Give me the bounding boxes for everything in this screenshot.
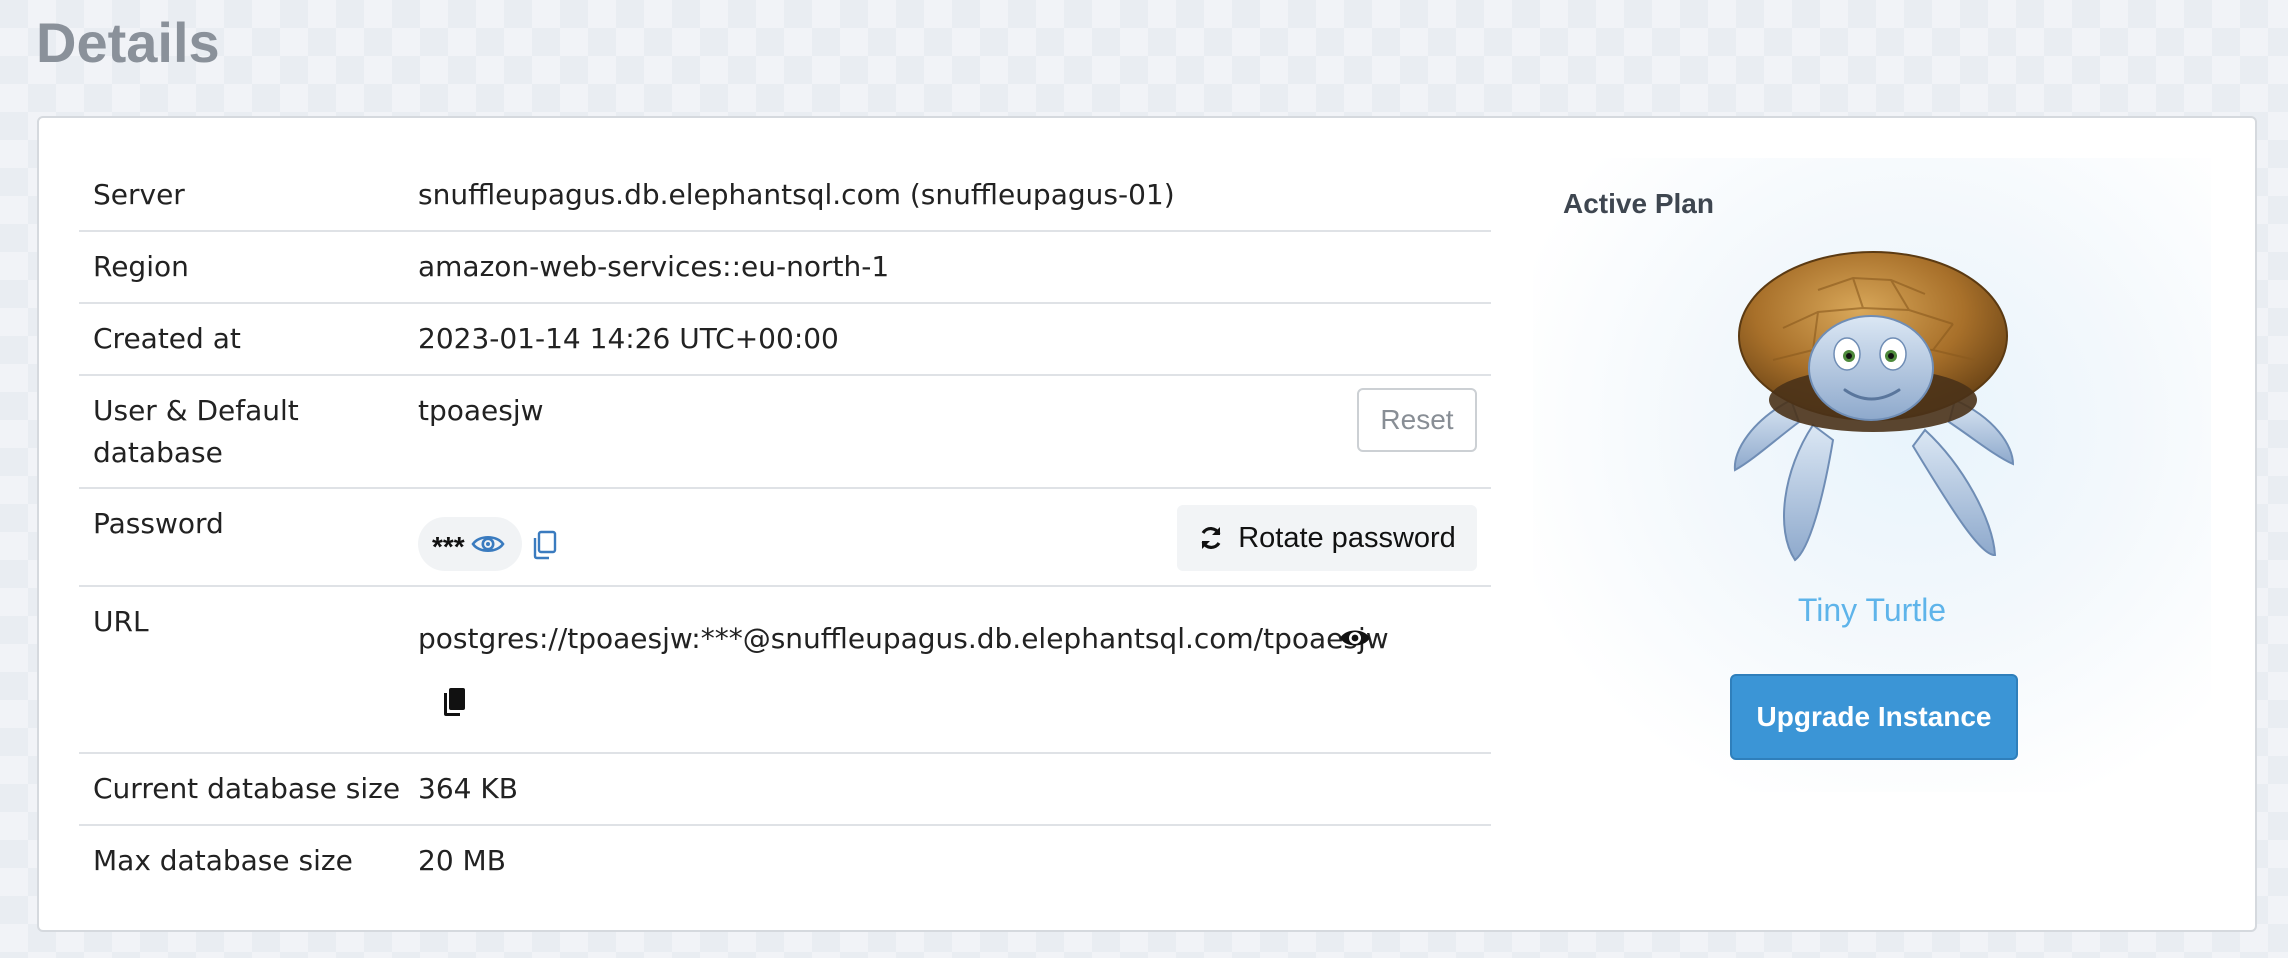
row-server: Server snuffleupagus.db.elephantsql.com … [79, 160, 1491, 232]
url-value: postgres://tpoaesjw:***@snuffleupagus.db… [418, 622, 1389, 655]
created-at-label: Created at [93, 322, 241, 355]
details-table: Server snuffleupagus.db.elephantsql.com … [79, 160, 1491, 898]
user-label: User & Default database [93, 394, 299, 469]
show-url-eye-icon[interactable] [1338, 627, 1372, 649]
region-value: amazon-web-services::eu-north-1 [418, 250, 890, 283]
url-value-cell: postgres://tpoaesjw:***@snuffleupagus.db… [418, 601, 1491, 752]
url-label: URL [93, 605, 149, 638]
current-size-value: 364 KB [418, 772, 518, 805]
plan-name: Tiny Turtle [1797, 592, 1947, 628]
rotate-password-label: Rotate password [1238, 521, 1456, 554]
turtle-mascot-icon [1713, 250, 2033, 574]
copy-password-copy-icon[interactable] [530, 530, 558, 572]
row-max-size: Max database size 20 MB [79, 826, 1491, 898]
show-password-eye-icon[interactable] [471, 533, 505, 555]
user-value-cell: tpoaesjw [418, 390, 1491, 487]
row-created-at: Created at 2023-01-14 14:26 UTC+00:00 [79, 304, 1491, 376]
server-value: snuffleupagus.db.elephantsql.com (snuffl… [418, 178, 1175, 211]
active-plan-panel: Active Plan Tiny Turtle Upgrade Instance [1533, 158, 2211, 792]
refresh-icon [1201, 527, 1221, 549]
copy-url-copy-icon[interactable] [440, 687, 466, 729]
active-plan-heading: Active Plan [1563, 188, 1714, 219]
password-label: Password [93, 507, 224, 540]
row-user: User & Default database tpoaesjw Reset [79, 376, 1491, 489]
max-size-label: Max database size [93, 844, 353, 877]
password-field: *** [418, 517, 522, 571]
details-card: Server snuffleupagus.db.elephantsql.com … [37, 116, 2257, 932]
row-url: URL postgres://tpoaesjw:***@snuffleupagu… [79, 587, 1491, 754]
row-current-size: Current database size 364 KB [79, 754, 1491, 826]
max-size-value: 20 MB [418, 844, 506, 877]
current-size-label: Current database size [93, 772, 401, 805]
page-title: Details [36, 11, 220, 74]
row-password: Password *** Rotate password [79, 489, 1491, 587]
created-at-value: 2023-01-14 14:26 UTC+00:00 [418, 322, 839, 355]
user-value: tpoaesjw [418, 394, 544, 427]
server-label: Server [93, 178, 185, 211]
password-mask: *** [432, 531, 465, 562]
rotate-password-button[interactable]: Rotate password [1177, 505, 1477, 571]
region-label: Region [93, 250, 189, 283]
reset-button[interactable]: Reset [1357, 388, 1477, 452]
row-region: Region amazon-web-services::eu-north-1 [79, 232, 1491, 304]
upgrade-instance-button[interactable]: Upgrade Instance [1730, 674, 2018, 760]
